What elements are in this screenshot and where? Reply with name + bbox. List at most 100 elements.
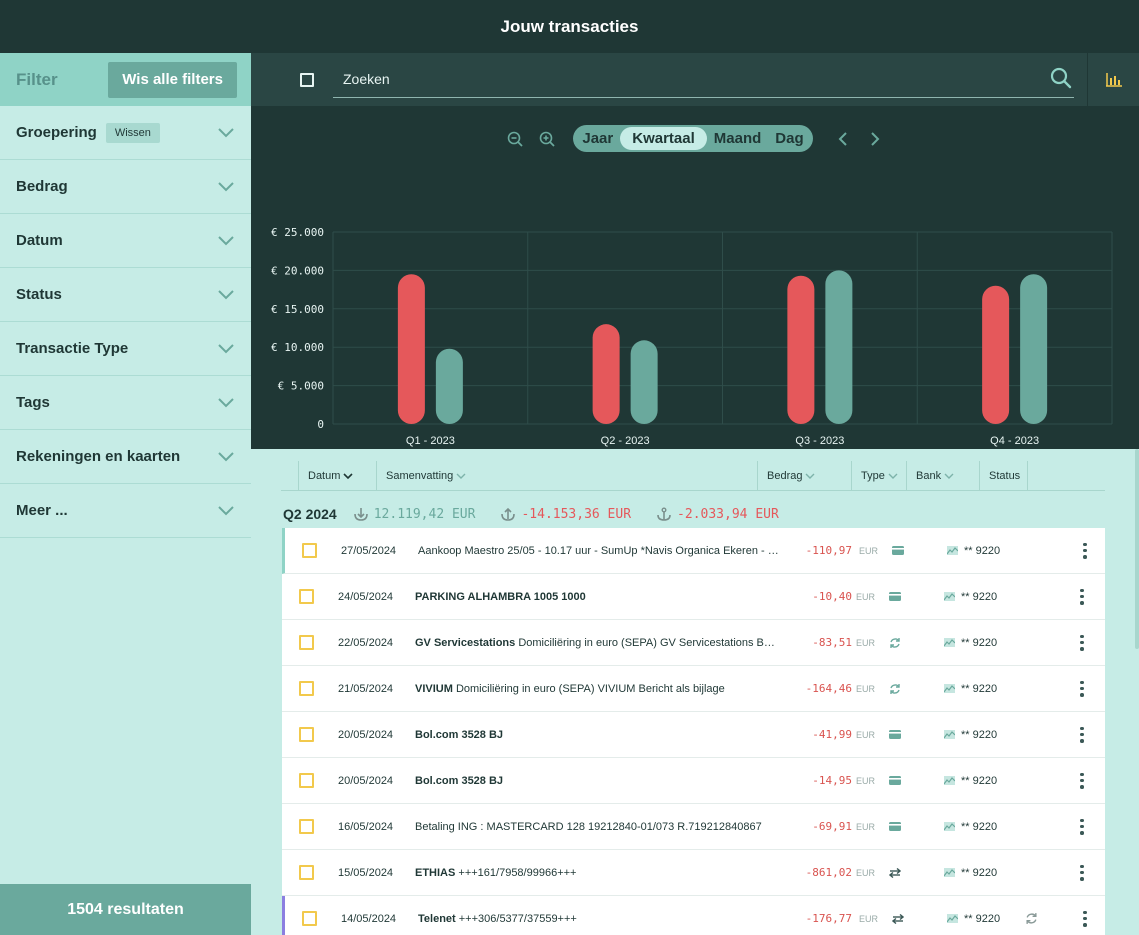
filter-tags[interactable]: Tags	[0, 376, 251, 430]
filter-row-left: Transactie Type	[16, 340, 128, 357]
clear-grouping-button[interactable]: Wissen	[105, 122, 160, 143]
period-dag[interactable]: Dag	[768, 127, 810, 150]
more-options-icon[interactable]	[1079, 864, 1085, 881]
table-row[interactable]: 22/05/2024 GV Servicestations Domiciliëri…	[282, 620, 1105, 666]
bank-icon	[944, 730, 955, 739]
row-checkbox[interactable]	[299, 819, 314, 834]
clear-all-filters-button[interactable]: Wis alle filters	[108, 61, 237, 98]
table-row[interactable]: 20/05/2024 Bol.com 3528 BJ -14,95 EUR ** 922…	[282, 758, 1105, 804]
row-bank: ** 9220	[944, 821, 997, 833]
filter-row-left: Tags	[16, 394, 50, 411]
column-amount[interactable]: Bedrag	[757, 461, 851, 491]
x-tick-label: Q2 - 2023	[601, 435, 650, 447]
x-tick-label: Q3 - 2023	[795, 435, 844, 447]
table-row[interactable]: 21/05/2024 VIVIUM Domiciliëring in euro (…	[282, 666, 1105, 712]
bar-series-2	[825, 270, 853, 424]
filter-status[interactable]: Status	[0, 268, 251, 322]
more-options-icon[interactable]	[1082, 910, 1088, 927]
table-row[interactable]: 20/05/2024 Bol.com 3528 BJ -41,99 EUR ** 922…	[282, 712, 1105, 758]
chevron-down-icon[interactable]	[217, 394, 235, 412]
column-bank-label: Bank	[916, 470, 942, 482]
filter-title: Filter	[16, 69, 58, 89]
chevron-down-icon[interactable]	[217, 286, 235, 304]
more-options-icon[interactable]	[1079, 726, 1085, 743]
chevron-down-icon[interactable]	[217, 124, 235, 142]
column-date[interactable]: Datum	[298, 461, 376, 491]
filter-transactie-type[interactable]: Transactie Type	[0, 322, 251, 376]
more-options-icon[interactable]	[1079, 634, 1085, 651]
scrollbar[interactable]	[1135, 449, 1139, 649]
table-row[interactable]: 15/05/2024 ETHIAS +++161/7958/99966+++ -86…	[282, 850, 1105, 896]
search-input[interactable]: Zoeken	[332, 62, 1075, 98]
filter-bedrag[interactable]: Bedrag	[0, 160, 251, 214]
x-tick-label: Q1 - 2023	[406, 435, 455, 447]
row-amount: -10,40	[812, 590, 852, 603]
filter-datum[interactable]: Datum	[0, 214, 251, 268]
zoom-out-icon[interactable]	[504, 128, 526, 150]
filter-label: Datum	[16, 232, 63, 249]
chevron-down-icon[interactable]	[217, 340, 235, 358]
chevron-right-icon[interactable]	[864, 128, 886, 150]
more-options-icon[interactable]	[1079, 588, 1085, 605]
row-bank-account: ** 9220	[964, 912, 1001, 925]
row-checkbox[interactable]	[299, 773, 314, 788]
chevron-down-icon[interactable]	[217, 178, 235, 196]
row-checkbox[interactable]	[302, 911, 317, 926]
period-kwartaal[interactable]: Kwartaal	[620, 127, 707, 150]
row-description: Betaling ING : MASTERCARD 128 19212840-0…	[415, 820, 762, 833]
row-counterparty: Telenet	[418, 912, 456, 925]
group-title: Q2 2024	[283, 506, 337, 522]
column-bank[interactable]: Bank	[906, 461, 979, 491]
column-summary-label: Samenvatting	[386, 470, 454, 482]
more-options-icon[interactable]	[1079, 818, 1085, 835]
table-row[interactable]: 24/05/2024 PARKING ALHAMBRA 1005 1000 -10,…	[282, 574, 1105, 620]
main-panel: Zoeken € 25.000 € 20.000 € 15.000 € 10.000 €…	[251, 52, 1139, 935]
chart-panel: € 25.000 € 20.000 € 15.000 € 10.000 € 5.000 0…	[251, 107, 1139, 449]
chevron-left-icon[interactable]	[832, 128, 854, 150]
select-all-checkbox[interactable]	[300, 72, 314, 87]
group-expense-value: -14.153,36 EUR	[521, 506, 632, 522]
row-bank-account: ** 9220	[964, 544, 1001, 557]
row-bank: ** 9220	[944, 683, 997, 695]
chevron-down-icon[interactable]	[217, 448, 235, 466]
column-summary[interactable]: Samenvatting	[376, 461, 757, 491]
filter-rekeningen-en-kaarten[interactable]: Rekeningen en kaarten	[0, 430, 251, 484]
bar-series-1	[592, 324, 620, 424]
card-icon	[888, 820, 902, 834]
table-row[interactable]: 14/05/2024 Telenet +++306/5377/37559+++ -1…	[282, 896, 1105, 935]
table-row[interactable]: 16/05/2024 Betaling ING : MASTERCARD 128 …	[282, 804, 1105, 850]
column-status[interactable]: Status	[979, 461, 1027, 491]
row-checkbox[interactable]	[299, 727, 314, 742]
chevron-down-icon[interactable]	[217, 502, 235, 520]
zoom-in-icon[interactable]	[536, 128, 558, 150]
period-jaar[interactable]: Jaar	[575, 127, 620, 150]
row-checkbox[interactable]	[299, 865, 314, 880]
row-checkbox[interactable]	[299, 589, 314, 604]
app-header: Jouw transacties	[0, 0, 1139, 53]
search-icon[interactable]	[1050, 67, 1072, 92]
period-maand[interactable]: Maand	[707, 127, 769, 150]
chevron-down-icon[interactable]	[217, 232, 235, 250]
row-checkbox[interactable]	[302, 543, 317, 558]
filter-label: Meer ...	[16, 502, 68, 519]
filter-groepering[interactable]: Groepering Wissen	[0, 106, 251, 160]
row-checkbox[interactable]	[299, 681, 314, 696]
period-selector: Jaar Kwartaal Maand Dag	[573, 125, 813, 152]
column-amount-label: Bedrag	[767, 470, 803, 482]
column-type[interactable]: Type	[851, 461, 906, 491]
row-bank: ** 9220	[944, 729, 997, 741]
table-row[interactable]: 27/05/2024 Aankoop Maestro 25/05 - 10.17 …	[282, 528, 1105, 574]
more-options-icon[interactable]	[1079, 772, 1085, 789]
bar-chart-icon[interactable]	[1088, 53, 1139, 107]
anchor-icon	[657, 507, 671, 521]
row-amount: -69,91	[812, 820, 852, 833]
filter-meer[interactable]: Meer ...	[0, 484, 251, 538]
more-options-icon[interactable]	[1082, 542, 1088, 559]
column-type-label: Type	[861, 470, 885, 482]
row-date: 16/05/2024	[338, 820, 394, 833]
y-tick-label: 0	[317, 418, 324, 431]
filter-row-left: Rekeningen en kaarten	[16, 448, 180, 465]
more-options-icon[interactable]	[1079, 680, 1085, 697]
bank-icon	[947, 914, 958, 923]
row-checkbox[interactable]	[299, 635, 314, 650]
